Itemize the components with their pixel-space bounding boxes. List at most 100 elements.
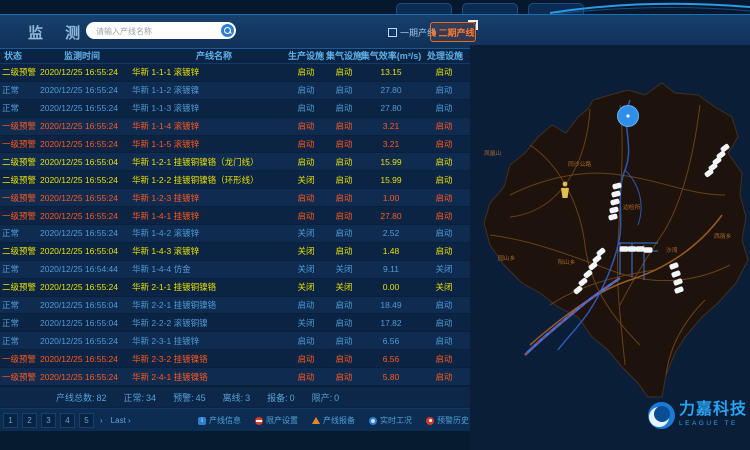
table-row[interactable]: 正常2020/12/25 16:55:24华新 1-1-3 滚镀锌启动启动27.… [0, 100, 470, 118]
pagination: 12345 › Last › [0, 413, 133, 428]
cell-name: 华新 1-4-2 滚镀锌 [132, 227, 290, 239]
cell-rate: 3.21 [364, 121, 418, 131]
cell-treat: 启动 [422, 227, 466, 239]
cell-prod: 启动 [286, 156, 326, 168]
table-row[interactable]: 正常2020/12/25 16:55:24华新 1-4-2 滚镀锌关闭启动2.5… [0, 225, 470, 243]
table-row[interactable]: 正常2020/12/25 16:55:24华新 2-3-1 挂镀锌启动启动6.5… [0, 332, 470, 350]
cell-prod: 启动 [286, 102, 326, 114]
table-row[interactable]: 正常2020/12/25 16:55:24华新 1-1-2 滚镀镍启动启动27.… [0, 82, 470, 100]
cell-name: 华新 1-4-1 挂镀锌 [132, 210, 290, 222]
alarm-history-icon [426, 417, 434, 425]
cell-rate: 15.99 [364, 157, 418, 167]
cell-time: 2020/12/25 16:55:24 [40, 228, 134, 238]
search-icon [224, 27, 231, 34]
cell-prod: 启动 [286, 66, 326, 78]
table-header: 状态 监测时间 产线名称 生产设施 集气设施 集气效率(m³/s) 处理设施 [0, 48, 470, 63]
cell-status: 二级预警 [2, 245, 44, 257]
phase1-checkbox[interactable]: 一期产线 [388, 26, 436, 39]
table-row[interactable]: 正常2020/12/25 16:55:04华新 2-2-1 挂镀铜镍铬启动启动1… [0, 297, 470, 315]
cell-status: 二级预警 [2, 281, 44, 293]
cell-name: 华新 2-1-1 挂镀铜镍铬 [132, 281, 290, 293]
page-button[interactable]: 5 [79, 413, 94, 428]
cell-prod: 启动 [286, 120, 326, 132]
legend-alarm-history[interactable]: 预警历史 [426, 415, 469, 426]
table-row[interactable]: 一级预警2020/12/25 16:55:24华新 2-3-2 挂镀镍铬启动启动… [0, 350, 470, 368]
table-row[interactable]: 正常2020/12/25 16:54:44华新 1-4-4 仿金关闭关闭9.11… [0, 261, 470, 279]
cell-rate: 18.49 [364, 300, 418, 310]
table-row[interactable]: 二级预警2020/12/25 16:55:04华新 1-4-3 滚镀锌关闭启动1… [0, 243, 470, 261]
summary-offline: 离线:3 [223, 391, 251, 404]
cell-treat: 关闭 [422, 281, 466, 293]
cell-time: 2020/12/25 16:55:04 [40, 300, 134, 310]
cell-status: 正常 [2, 335, 44, 347]
cell-name: 华新 2-2-1 挂镀铜镍铬 [132, 299, 290, 311]
cell-prod: 启动 [286, 353, 326, 365]
cell-time: 2020/12/25 16:55:04 [40, 318, 134, 328]
legend-line-report[interactable]: 产线报备 [312, 415, 355, 426]
league-logo: 力嘉科技 LEAGUE TE [648, 402, 747, 429]
cell-prod: 关闭 [286, 281, 326, 293]
search-button[interactable] [221, 24, 234, 37]
cell-time: 2020/12/25 16:55:24 [40, 336, 134, 346]
table-row[interactable]: 正常2020/12/25 16:55:04华新 2-2-2 滚镀铜镍关闭启动17… [0, 314, 470, 332]
top-bar [0, 0, 750, 14]
column-gas-efficiency: 集气效率(m³/s) [360, 49, 422, 62]
page-button[interactable]: 2 [22, 413, 37, 428]
page-button[interactable]: 4 [60, 413, 75, 428]
table-row[interactable]: 一级预警2020/12/25 16:55:24华新 1-4-1 挂镀锌启动启动2… [0, 207, 470, 225]
cell-rate: 3.21 [364, 139, 418, 149]
place-label: 西丽乡 [714, 233, 732, 240]
cell-name: 华新 2-3-2 挂镀镍铬 [132, 353, 290, 365]
bottom-bar: 12345 › Last › i 产线信息 限产设置 产线报备 实时工况 [0, 408, 470, 432]
cell-time: 2020/12/25 16:55:24 [40, 211, 134, 221]
cell-status: 正常 [2, 84, 44, 96]
cell-name: 华新 2-3-1 挂镀锌 [132, 335, 290, 347]
search-box [86, 22, 236, 39]
legend-limit-production[interactable]: 限产设置 [255, 415, 298, 426]
cell-status: 正常 [2, 227, 44, 239]
cluster-marker[interactable] [618, 106, 639, 127]
next-page-button[interactable]: › [98, 416, 105, 425]
legend-realtime-condition[interactable]: 实时工况 [369, 415, 412, 426]
line-info-icon: i [198, 417, 206, 425]
cell-time: 2020/12/25 16:55:24 [40, 372, 134, 382]
cell-prod: 启动 [286, 210, 326, 222]
cell-rate: 2.52 [364, 228, 418, 238]
district-map[interactable]: 凤凰山 同沙公路 边检所 西丽乡 沙湾 园山乡 阳山乡 [470, 45, 750, 450]
page-button[interactable]: 3 [41, 413, 56, 428]
cell-rate: 1.00 [364, 193, 418, 203]
table-row[interactable]: 一级预警2020/12/25 16:55:24华新 1-1-4 滚镀锌启动启动3… [0, 118, 470, 136]
cell-rate: 9.11 [364, 264, 418, 274]
cell-name: 华新 1-2-1 挂镀铜镍铬（龙门线） [132, 156, 290, 168]
table-row[interactable]: 二级预警2020/12/25 16:55:24华新 1-2-2 挂镀铜镍铬（环形… [0, 171, 470, 189]
cell-status: 正常 [2, 102, 44, 114]
column-production-facility: 生产设施 [286, 49, 326, 62]
cell-treat: 启动 [422, 138, 466, 150]
place-label: 同沙公路 [568, 160, 591, 168]
table-row[interactable]: 一级预警2020/12/25 16:55:24华新 1-1-5 滚镀锌启动启动3… [0, 136, 470, 154]
table-row[interactable]: 二级预警2020/12/25 16:55:04华新 1-2-1 挂镀铜镍铬（龙门… [0, 153, 470, 171]
table-row[interactable]: 一级预警2020/12/25 16:55:24华新 1-2-3 挂镀锌启动启动1… [0, 189, 470, 207]
last-page-button[interactable]: Last › [109, 416, 133, 425]
table-row[interactable]: 二级预警2020/12/25 16:55:24华新 1-1-1 滚镀锌启动启动1… [0, 64, 470, 82]
phase2-button[interactable]: 二期产线 [430, 22, 476, 42]
table-row[interactable]: 二级预警2020/12/25 16:55:24华新 2-1-1 挂镀铜镍铬关闭关… [0, 279, 470, 297]
summary-reported: 报备:0 [267, 391, 295, 404]
map-panel: 凤凰山 同沙公路 边检所 西丽乡 沙湾 园山乡 阳山乡 [470, 45, 750, 450]
cell-gas: 启动 [324, 66, 364, 78]
cell-status: 二级预警 [2, 66, 44, 78]
cell-prod: 启动 [286, 138, 326, 150]
cell-gas: 启动 [324, 371, 364, 383]
cell-prod: 启动 [286, 299, 326, 311]
cell-status: 一级预警 [2, 353, 44, 365]
district-shape [484, 83, 748, 397]
cell-time: 2020/12/25 16:55:24 [40, 282, 134, 292]
cell-rate: 1.48 [364, 246, 418, 256]
cell-rate: 27.80 [364, 103, 418, 113]
cell-rate: 13.15 [364, 67, 418, 77]
cell-treat: 启动 [422, 353, 466, 365]
table-row[interactable]: 一级预警2020/12/25 16:55:24华新 2-4-1 挂镀镍铬启动启动… [0, 368, 470, 386]
search-input[interactable] [94, 23, 216, 39]
legend-line-info[interactable]: i 产线信息 [198, 415, 241, 426]
page-button[interactable]: 1 [3, 413, 18, 428]
